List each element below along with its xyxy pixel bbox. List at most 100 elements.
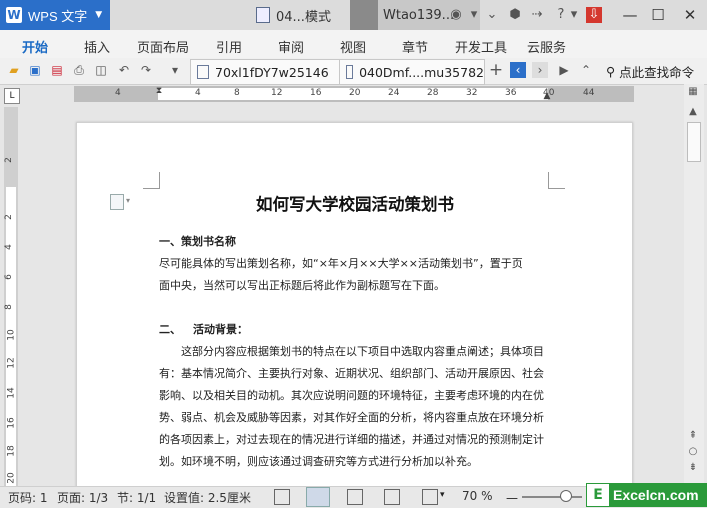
hexagon-icon[interactable]: ⬢ (507, 7, 523, 23)
tab-developer[interactable]: 开发工具 (455, 37, 507, 56)
watermark: E Excelcn.com (586, 483, 707, 507)
download-icon[interactable]: ⇩ (586, 7, 602, 23)
open-icon[interactable]: ▰ (6, 62, 22, 78)
print-preview-icon[interactable]: ◫ (93, 62, 109, 78)
right-indent-marker[interactable]: ▲ (542, 91, 552, 101)
redo-icon[interactable]: ↷ (138, 62, 154, 78)
scrollbar-thumb[interactable] (687, 122, 701, 162)
tab-insert[interactable]: 插入 (84, 37, 110, 56)
open-doc-tab-1[interactable]: 70xl1fDY7w25146 (190, 59, 340, 85)
ruler-tick: 24 (388, 88, 400, 98)
chevron-left-icon[interactable]: ‹ (510, 62, 526, 78)
skin-icon[interactable]: ⌄ (484, 7, 500, 23)
tab-view[interactable]: 视图 (340, 37, 366, 56)
tab-review[interactable]: 审阅 (278, 37, 304, 56)
browse-object-icon[interactable]: ○ (686, 446, 700, 457)
ruler-tick: 8 (3, 304, 14, 310)
fullscreen-icon[interactable] (274, 489, 290, 505)
page-count: 页面: 1/3 (57, 491, 109, 505)
ruler-tick: 32 (466, 88, 478, 98)
chevron-down-icon[interactable]: ▾ (440, 490, 445, 500)
zoom-slider-handle[interactable] (560, 490, 572, 502)
document-icon (197, 65, 209, 79)
document-tab-1-label: 04...模式 (276, 9, 331, 25)
scroll-up-icon[interactable]: ▲ (686, 106, 700, 117)
ruler-tick: 44 (583, 88, 595, 98)
section-heading: 活动背景： (193, 323, 248, 336)
chevron-down-icon: ▼ (95, 10, 103, 20)
ruler-tick: 6 (3, 274, 14, 280)
reading-view-icon[interactable] (384, 489, 400, 505)
tab-section[interactable]: 章节 (402, 37, 428, 56)
paragraph-line: 影响、以及相关目的动机。其次应说明问题的环境特征，主要考虑环境的内在优 (159, 389, 544, 402)
previous-page-icon[interactable]: ⇞ (686, 430, 700, 441)
left-indent-marker[interactable]: ⧗ (154, 86, 164, 102)
next-page-icon[interactable]: ⇟ (686, 462, 700, 473)
ruler-tick: 14 (6, 387, 17, 399)
zoom-out-icon[interactable]: — (506, 491, 518, 505)
watermark-text: Excelcn.com (613, 487, 699, 503)
wps-logo-icon: W (6, 7, 22, 23)
tab-page-layout[interactable]: 页面布局 (137, 37, 189, 56)
document-title: 如何写大学校园活动策划书 (256, 195, 454, 214)
close-button[interactable]: ✕ (678, 5, 702, 25)
split-view-icon[interactable]: ▦ (686, 86, 700, 97)
section-heading: 一、策划书名称 (159, 235, 236, 248)
print-icon[interactable]: ⎙ (71, 62, 87, 78)
collapse-icon[interactable]: ⌃ (578, 62, 594, 78)
tab-home[interactable]: 开始 (22, 37, 48, 56)
chevron-down-icon[interactable]: ▾ (167, 62, 183, 78)
ruler-tick: 36 (505, 88, 517, 98)
chevron-right-icon[interactable]: › (532, 62, 548, 78)
open-doc-tab-1-label: 70xl1fDY7w25146 (215, 64, 329, 80)
slideshow-icon[interactable]: ▶ (556, 62, 572, 78)
pdf-icon[interactable]: ▤ (49, 62, 65, 78)
paragraph-line: 划。如环境不明，则应该通过调查研究等方式进行分析加以补充。 (159, 455, 478, 468)
ruler-tick: 18 (6, 445, 17, 457)
search-icon: ⚲ (606, 63, 616, 79)
zoom-slider[interactable] (522, 496, 582, 498)
tab-stop-selector[interactable]: L (4, 88, 20, 104)
minimize-button[interactable]: — (618, 5, 642, 25)
chevron-down-icon[interactable]: ▾ (466, 7, 482, 23)
notification-icon[interactable]: ◉ (448, 7, 464, 23)
ruler-tick: 4 (115, 88, 121, 98)
margin-corner (548, 172, 565, 189)
ruler-tick: 2 (3, 157, 14, 163)
tab-references[interactable]: 引用 (216, 37, 242, 56)
outline-view-icon[interactable] (347, 489, 363, 505)
ruler-tick: 20 (6, 472, 17, 484)
section-heading-number: 二、 (159, 323, 181, 336)
paragraph-line: 的各项因素上，对过去现在的情况进行详细的描述，并通过对情况的预测制定计 (159, 433, 544, 446)
document-tab-1[interactable]: 04...模式 (248, 0, 348, 30)
margin-setting: 设置值: 2.5厘米 (164, 491, 251, 505)
page-number[interactable]: 页码: 1 (8, 489, 48, 506)
undo-icon[interactable]: ↶ (116, 62, 132, 78)
ruler-tick: 2 (3, 214, 14, 220)
ruler-tick: 20 (349, 88, 361, 98)
command-search[interactable]: ⚲ 点此查找命令 (602, 59, 706, 83)
tab-cloud[interactable]: 云服务 (527, 37, 566, 56)
maximize-button[interactable]: ☐ (646, 5, 670, 25)
paragraph-layout-icon[interactable] (110, 194, 124, 210)
document-icon (346, 65, 354, 79)
chevron-down-icon[interactable]: ▾ (566, 7, 582, 23)
ruler-tick: 10 (6, 329, 17, 341)
chevron-down-icon[interactable]: ▾ (126, 196, 130, 205)
protect-view-icon[interactable] (422, 489, 438, 505)
new-tab-icon[interactable]: + (488, 62, 504, 79)
save-icon[interactable]: ▣ (27, 62, 43, 78)
account-name: Wtao139... (383, 7, 455, 23)
ruler-tick: 28 (427, 88, 439, 98)
share-icon[interactable]: ⇢ (529, 7, 545, 23)
app-menu-button[interactable]: W WPS 文字 ▼ (0, 0, 110, 30)
ruler-tick: 4 (3, 244, 14, 250)
ruler-tick: 8 (234, 88, 240, 98)
page-view-icon[interactable] (306, 487, 330, 507)
ruler-tick: 12 (6, 357, 17, 369)
watermark-logo-icon: E (587, 484, 609, 506)
ruler-tick: 16 (310, 88, 322, 98)
zoom-level[interactable]: 70 % (462, 489, 493, 503)
open-doc-tab-2[interactable]: 040Dmf....mu35782 (339, 59, 485, 85)
paragraph-line: 尽可能具体的写出策划名称，如“×年×月××大学××活动策划书”，置于页 (159, 257, 523, 270)
